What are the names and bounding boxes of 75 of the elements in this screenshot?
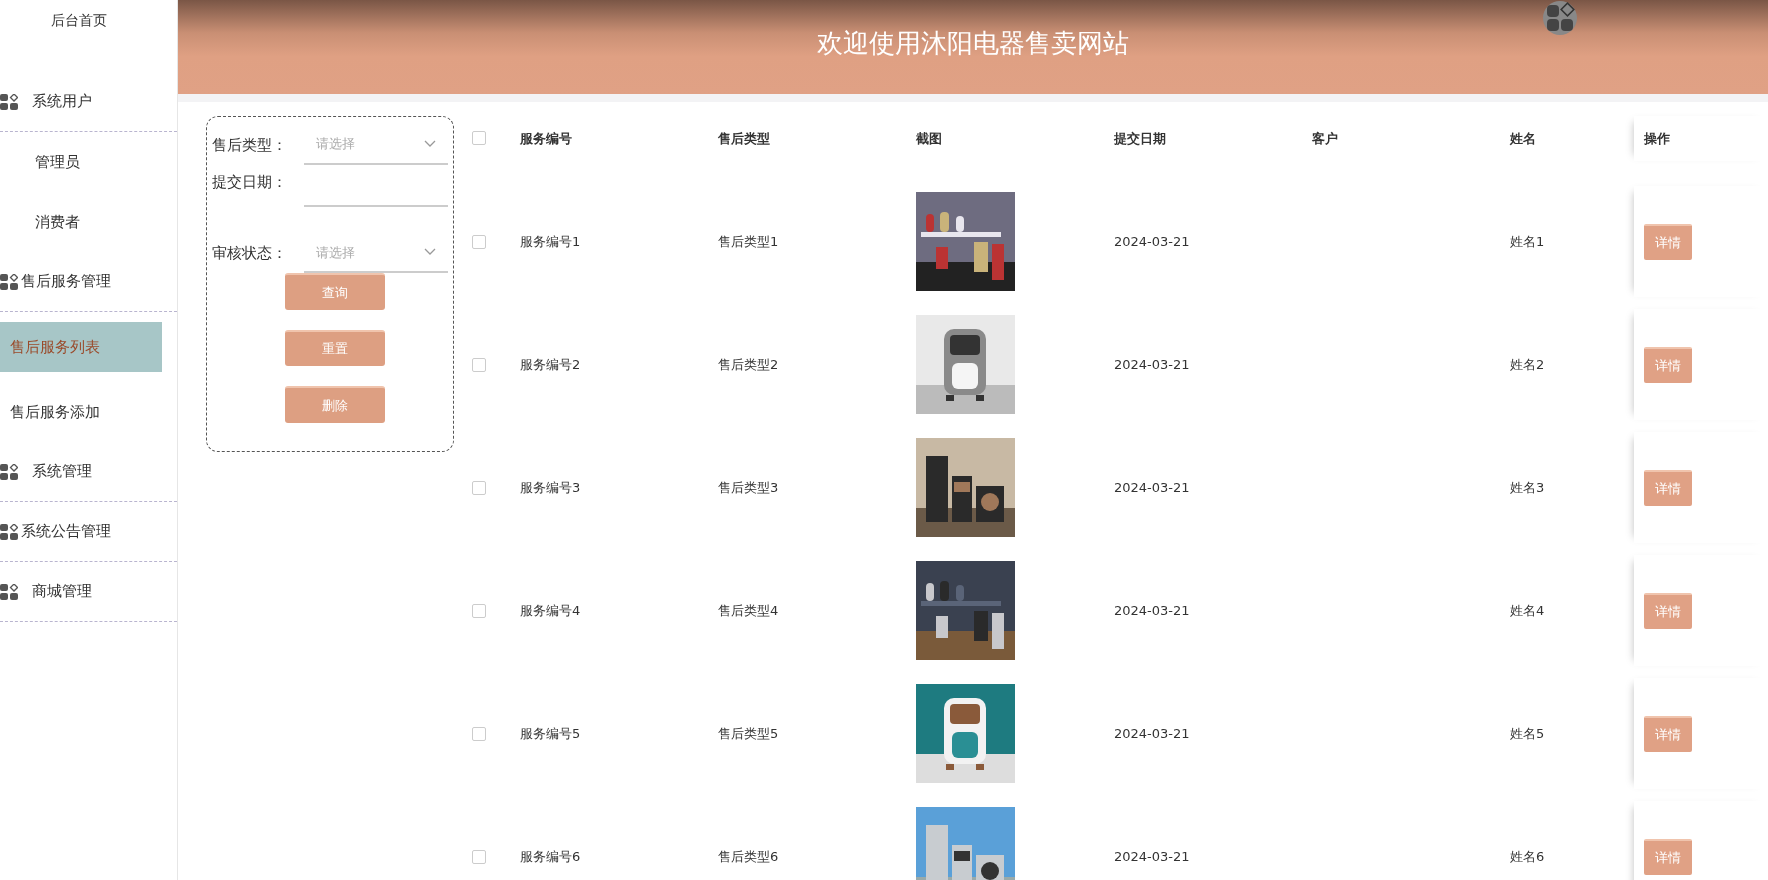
grid-icon <box>0 523 18 540</box>
grid-icon <box>0 93 18 110</box>
sidebar-item[interactable]: 消费者 <box>0 192 177 252</box>
menu-label: 系统用户 <box>32 91 92 113</box>
table-cell: 售后类型2 <box>718 356 779 372</box>
checkbox[interactable] <box>472 849 486 864</box>
sidebar-item[interactable]: 售后服务添加 <box>0 382 177 442</box>
sidebar-item[interactable]: 管理员 <box>0 132 177 192</box>
filter-button[interactable]: 查询 <box>285 273 385 310</box>
sidebar-group[interactable]: 系统公告管理 <box>0 502 177 562</box>
detail-button[interactable]: 详情 <box>1644 838 1692 875</box>
field-label: 提交日期： <box>212 172 288 194</box>
sidebar-group[interactable]: 系统用户 <box>0 72 177 132</box>
detail-button[interactable]: 详情 <box>1644 715 1692 752</box>
grid-icon <box>0 463 18 480</box>
table-cell: 服务编号4 <box>520 602 581 618</box>
table-cell: 姓名3 <box>1510 479 1545 495</box>
checkbox[interactable] <box>472 357 486 372</box>
sidebar-group[interactable]: 售后服务管理 <box>0 252 177 312</box>
menu-label: 商城管理 <box>32 581 92 603</box>
table-cell: 姓名5 <box>1510 725 1545 741</box>
table-cell: 姓名1 <box>1510 233 1545 249</box>
table-cell: 服务编号1 <box>520 233 581 249</box>
sidebar-group[interactable]: 系统管理 <box>0 442 177 502</box>
detail-button[interactable]: 详情 <box>1644 346 1692 383</box>
table-cell: 2024-03-21 <box>1114 848 1190 864</box>
table-cell: 售后类型3 <box>718 479 779 495</box>
table-cell: 服务编号5 <box>520 725 581 741</box>
table-cell: 2024-03-21 <box>1114 602 1190 618</box>
select-field[interactable]: 请选择 <box>304 125 448 166</box>
sidebar-item[interactable]: 售后服务列表 <box>0 322 162 372</box>
table-cell: 2024-03-21 <box>1114 725 1190 741</box>
checkbox[interactable] <box>472 131 486 146</box>
table-cell: 2024-03-21 <box>1114 356 1190 372</box>
menu-label: 系统管理 <box>32 461 92 483</box>
detail-button[interactable]: 详情 <box>1644 223 1692 260</box>
chevron-down-icon <box>424 248 436 257</box>
column-header: 提交日期 <box>1114 130 1166 146</box>
filter-button[interactable]: 删除 <box>285 386 385 423</box>
column-header: 服务编号 <box>520 130 572 146</box>
checkbox[interactable] <box>472 603 486 618</box>
checkbox[interactable] <box>472 234 486 249</box>
column-header: 姓名 <box>1510 130 1536 146</box>
menu-label: 系统公告管理 <box>21 521 111 543</box>
column-header: 客户 <box>1312 130 1338 146</box>
column-header: 操作 <box>1644 129 1670 148</box>
sidebar-item[interactable]: 后台首页 <box>0 10 177 38</box>
table-cell: 售后类型6 <box>718 848 779 864</box>
column-header: 截图 <box>916 130 942 146</box>
widget-icon[interactable] <box>1542 0 1578 36</box>
detail-button[interactable]: 详情 <box>1644 592 1692 629</box>
table-cell: 服务编号2 <box>520 356 581 372</box>
table-cell: 售后类型5 <box>718 725 779 741</box>
table-cell: 姓名4 <box>1510 602 1545 618</box>
menu-label: 售后服务管理 <box>21 271 111 293</box>
table-cell: 服务编号6 <box>520 848 581 864</box>
table-cell: 服务编号3 <box>520 479 581 495</box>
grid-icon <box>0 273 18 290</box>
checkbox[interactable] <box>472 726 486 741</box>
site-title: 欢迎使用沐阳电器售卖网站 <box>817 28 1129 61</box>
table-cell: 2024-03-21 <box>1114 233 1190 249</box>
table-cell: 2024-03-21 <box>1114 479 1190 495</box>
chevron-down-icon <box>424 140 436 149</box>
checkbox[interactable] <box>472 480 486 495</box>
field-label: 审核状态： <box>212 243 288 265</box>
column-header: 售后类型 <box>718 130 770 146</box>
field-label: 售后类型： <box>212 134 288 156</box>
detail-button[interactable]: 详情 <box>1644 469 1692 506</box>
table-cell: 姓名2 <box>1510 356 1545 372</box>
table-cell: 姓名6 <box>1510 848 1545 864</box>
sidebar-group[interactable]: 商城管理 <box>0 562 177 622</box>
filter-button[interactable]: 重置 <box>285 329 385 367</box>
grid-icon <box>0 583 18 600</box>
table-cell: 售后类型4 <box>718 602 779 618</box>
table-cell: 售后类型1 <box>718 233 779 249</box>
